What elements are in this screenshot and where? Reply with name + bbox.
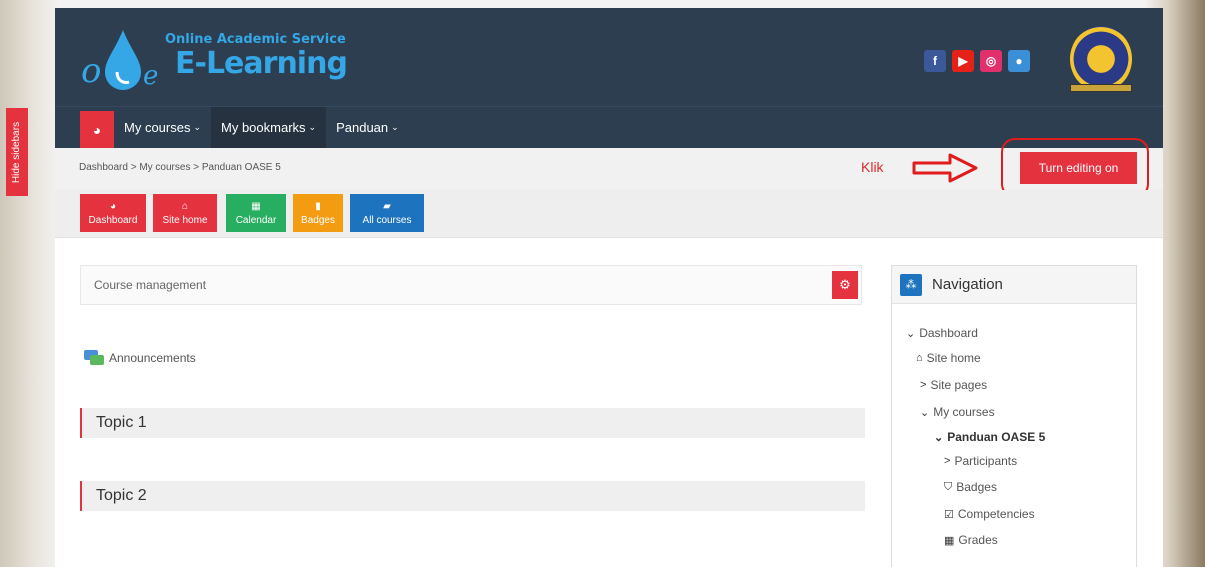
dashboard-icon: ◕ (109, 200, 117, 212)
chevron-down-icon: ⌄ (934, 431, 944, 444)
browser-page: o e Online Academic Service E-Learning f… (55, 8, 1163, 567)
nav-item-competencies[interactable]: ☑ Competencies (944, 507, 1035, 521)
klik-annotation: Klik (861, 159, 884, 175)
svg-text:o: o (81, 51, 101, 91)
course-management-panel: Course management ⚙ (80, 265, 862, 305)
calendar-icon: ▦ (251, 200, 261, 212)
forum-icon (84, 350, 104, 365)
quick-link-label: Badges (301, 214, 335, 226)
breadcrumb-my-courses[interactable]: My courses (139, 162, 190, 173)
nav-item-dashboard[interactable]: ⌄ Dashboard (906, 326, 978, 340)
main-navbar: ◕ My courses ⌄ My bookmarks ⌄ Panduan ⌄ (55, 106, 1163, 149)
hide-sidebars-button[interactable]: Hide sidebars (6, 108, 28, 196)
chevron-down-icon: ⌄ (308, 122, 317, 132)
quick-link-badges[interactable]: ▮ Badges (293, 194, 343, 232)
nav-item-label: Panduan OASE 5 (947, 430, 1046, 444)
chevron-down-icon: ⌄ (906, 327, 916, 340)
hide-sidebars-label: Hide sidebars (11, 121, 23, 183)
topic-section: Topic 1 (80, 408, 865, 438)
nav-item-my-courses[interactable]: ⌄ My courses (920, 405, 995, 419)
main-content: Course management ⚙ Announcements Topic … (55, 238, 1163, 567)
quick-link-dashboard[interactable]: ◕ Dashboard (80, 194, 146, 232)
topic-title[interactable]: Topic 2 (96, 487, 147, 505)
menu-panduan-label: Panduan (336, 120, 389, 135)
dashboard-home-button[interactable]: ◕ (80, 110, 114, 149)
topic-section: Topic 2 (80, 481, 865, 511)
announcements-link[interactable]: Announcements (109, 351, 196, 365)
nav-item-site-pages[interactable]: > Site pages (920, 378, 987, 392)
dashboard-icon: ◕ (92, 121, 102, 138)
social-links: f ▶ ◎ ● (924, 50, 1030, 72)
bookmark-icon: ▮ (315, 200, 321, 212)
table-icon: ▦ (944, 534, 955, 547)
nav-item-grades[interactable]: ▦ Grades (944, 533, 998, 547)
breadcrumb: Dashboard > My courses > Panduan OASE 5 (79, 162, 281, 173)
logo-subtitle: Online Academic Service (165, 32, 346, 47)
arrow-right-icon (912, 153, 978, 183)
quick-link-label: Site home (162, 214, 208, 226)
breadcrumb-separator: > (130, 162, 137, 173)
chevron-right-icon: > (944, 455, 951, 467)
breadcrumb-current-course[interactable]: Panduan OASE 5 (202, 162, 281, 173)
website-icon[interactable]: ● (1008, 50, 1030, 72)
breadcrumb-separator: > (193, 162, 200, 173)
nav-item-label: Badges (956, 480, 997, 494)
navigation-title: Navigation (932, 276, 1003, 293)
university-emblem-logo (1070, 26, 1132, 92)
menu-my-courses-label: My courses (124, 120, 191, 135)
nav-item-participants[interactable]: > Participants (944, 454, 1017, 468)
book-icon: ▰ (383, 200, 391, 212)
turn-editing-on-button[interactable]: Turn editing on (1020, 152, 1137, 184)
nav-item-label: Dashboard (919, 326, 978, 340)
nav-item-panduan-oase[interactable]: ⌄ Panduan OASE 5 (934, 430, 1045, 444)
navigation-header: ⁂ Navigation (892, 266, 1136, 304)
gear-icon[interactable]: ⚙ (832, 271, 858, 299)
quick-link-label: Calendar (235, 214, 277, 226)
chevron-down-icon: ⌄ (391, 122, 399, 132)
youtube-icon[interactable]: ▶ (952, 50, 974, 72)
navigation-block: ⁂ Navigation ⌄ Dashboard ⌂ Site home > S… (891, 265, 1137, 567)
nav-item-label: Site pages (930, 378, 988, 392)
announcements-activity[interactable]: Announcements (83, 348, 196, 368)
nav-item-label: Participants (954, 454, 1018, 468)
course-management-label: Course management (94, 278, 207, 292)
chevron-right-icon: > (920, 379, 927, 391)
chevron-down-icon: ⌄ (193, 122, 202, 132)
svg-text:e: e (143, 61, 158, 91)
quick-link-label: Dashboard (88, 214, 138, 226)
topic-title[interactable]: Topic 1 (96, 414, 147, 432)
quick-link-calendar[interactable]: ▦ Calendar (226, 194, 286, 232)
nav-item-site-home[interactable]: ⌂ Site home (916, 351, 981, 365)
nav-item-label: Grades (958, 533, 998, 547)
page-header: Dashboard > My courses > Panduan OASE 5 … (55, 138, 1163, 198)
nav-item-badges[interactable]: ⛉ Badges (944, 480, 997, 494)
site-header: o e Online Academic Service E-Learning f… (55, 8, 1163, 106)
nav-item-label: Site home (926, 351, 981, 365)
menu-my-courses[interactable]: My courses ⌄ (114, 107, 211, 149)
quick-link-all-courses[interactable]: ▰ All courses (350, 194, 424, 232)
nav-item-label: Competencies (957, 507, 1035, 521)
quick-link-site-home[interactable]: ⌂ Site home (153, 194, 217, 232)
home-icon: ⌂ (916, 352, 923, 364)
university-emblem-banner (1070, 84, 1132, 92)
menu-panduan[interactable]: Panduan ⌄ (326, 107, 409, 149)
facebook-icon[interactable]: f (924, 50, 946, 72)
instagram-icon[interactable]: ◎ (980, 50, 1002, 72)
menu-my-bookmarks-label: My bookmarks (221, 120, 306, 135)
home-icon: ⌂ (181, 200, 189, 212)
nav-item-label: My courses (933, 405, 995, 419)
menu-my-bookmarks[interactable]: My bookmarks ⌄ (211, 106, 327, 149)
quick-link-label: All courses (362, 214, 412, 226)
logo-title: E-Learning (175, 46, 348, 81)
chevron-down-icon: ⌄ (920, 406, 930, 419)
shield-icon: ⛉ (944, 480, 953, 493)
sitemap-icon: ⁂ (900, 273, 922, 296)
checkbox-icon: ☑ (944, 508, 954, 521)
quick-links-bar: ◕ Dashboard ⌂ Site home ▦ Calendar ▮ Bad… (55, 190, 1163, 238)
breadcrumb-dashboard[interactable]: Dashboard (79, 162, 128, 173)
logo-drop-icon: o e (81, 30, 158, 91)
